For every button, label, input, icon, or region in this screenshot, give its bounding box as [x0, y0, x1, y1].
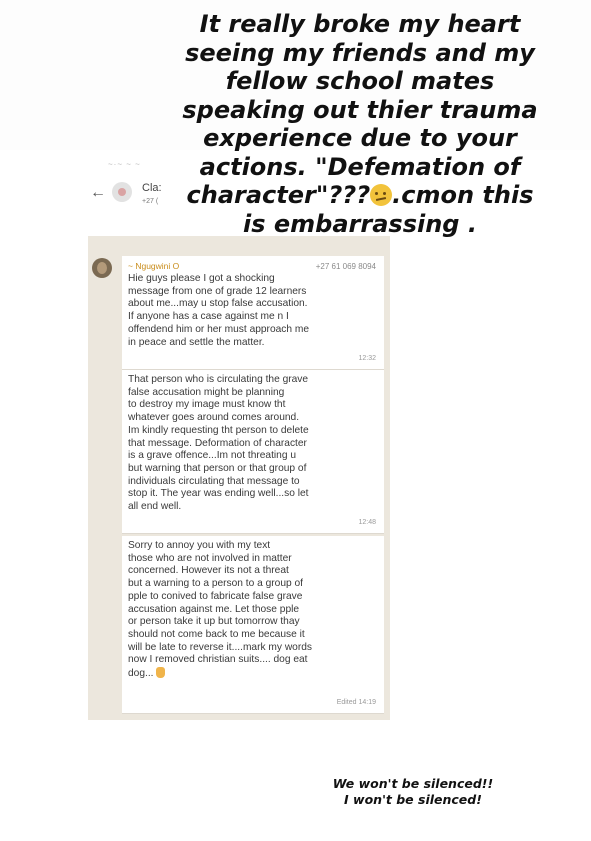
caption-text: .cmon this	[392, 181, 534, 209]
message-text: That person who is circulating the grave…	[128, 374, 309, 513]
message-text-body: Sorry to annoy you with my text those wh…	[128, 540, 312, 680]
confused-face-emoji-icon	[370, 184, 393, 206]
caption-line: actions. "Defemation of	[199, 152, 521, 181]
hand-emoji-icon	[155, 667, 165, 679]
caption-line: It really broke my heart	[199, 10, 521, 38]
message-time: Edited 14:19	[336, 699, 376, 707]
caption-line: experience due to your	[203, 124, 517, 152]
caption-text: character"???	[186, 181, 371, 209]
sender-row: ~ Ngugwini O +27 61 069 8094	[128, 260, 376, 273]
group-name[interactable]: Cla:	[142, 182, 162, 194]
overlay-caption: It really broke my heart seeing my frien…	[170, 10, 550, 238]
caption-line: speaking out thier trauma	[182, 95, 538, 124]
status-glyphs: ~·~ ~ ~	[108, 160, 141, 169]
message-text: Sorry to annoy you with my text those wh…	[128, 540, 376, 681]
sender-phone: +27 61 069 8094	[315, 262, 376, 271]
sender-name[interactable]: ~ Ngugwini O	[128, 261, 179, 271]
message-bubble[interactable]: ~ Ngugwini O +27 61 069 8094 Hie guys pl…	[122, 256, 384, 369]
group-avatar[interactable]	[112, 182, 132, 202]
sender-avatar[interactable]	[92, 258, 112, 278]
chat-panel: ~ Ngugwini O +27 61 069 8094 Hie guys pl…	[88, 236, 390, 720]
caption-line: character"??? .cmon this	[170, 181, 550, 210]
caption-line: is embarrassing .	[243, 209, 477, 238]
caption-line: seeing my friends and my	[185, 38, 535, 67]
group-subtitle: +27 (	[142, 198, 159, 205]
bottom-caption: We won't be silenced!! I won't be silenc…	[318, 776, 508, 808]
message-bubble[interactable]: That person who is circulating the grave…	[122, 370, 384, 533]
message-time: 12:48	[358, 519, 376, 527]
message-bubble[interactable]: Sorry to annoy you with my text those wh…	[122, 536, 384, 713]
bottom-caption-line: I won't be silenced!	[344, 792, 482, 807]
message-text: Hie guys please I got a shocking message…	[128, 273, 310, 348]
bottom-caption-line: We won't be silenced!!	[332, 776, 494, 791]
caption-line: fellow school mates	[225, 67, 495, 95]
message-time: 12:32	[358, 355, 376, 363]
back-arrow-icon[interactable]: ←	[90, 184, 106, 202]
